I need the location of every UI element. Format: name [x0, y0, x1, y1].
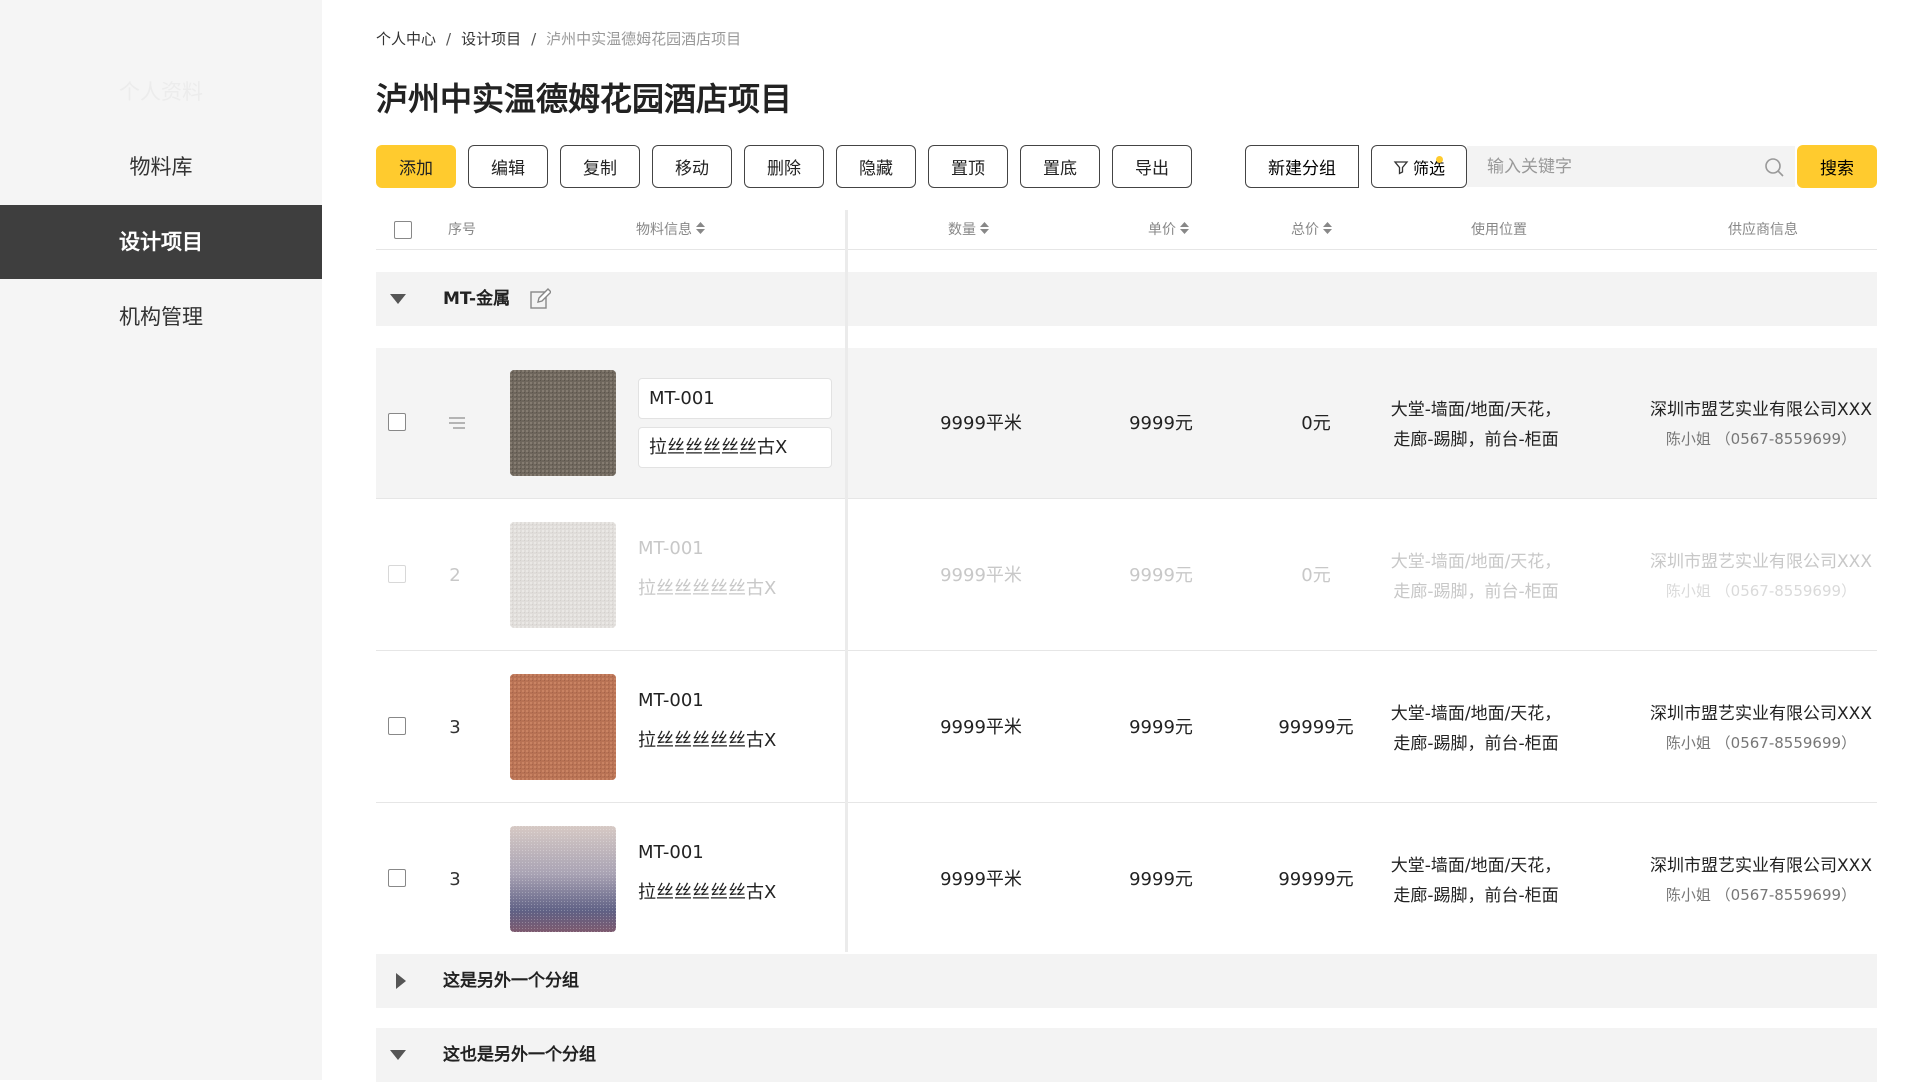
move-button[interactable]: 移动: [652, 145, 732, 188]
total-price-cell: 99999元: [1278, 717, 1354, 738]
quantity-cell: 9999平米: [940, 413, 1022, 434]
edit-icon[interactable]: [529, 288, 551, 310]
material-thumbnail: [510, 826, 616, 932]
sort-icon[interactable]: [980, 222, 989, 234]
usage-location-cell: 大堂-墙面/地面/天花， 走廊-踢脚，前台-柜面: [1390, 856, 1562, 906]
header-seq: 序号: [448, 222, 476, 238]
header-total-price[interactable]: 总价: [1291, 210, 1332, 250]
new-group-button[interactable]: 新建分组: [1245, 145, 1359, 188]
row-seq: 3: [449, 869, 461, 890]
material-code-input[interactable]: MT-001: [638, 378, 832, 419]
sort-icon[interactable]: [1180, 222, 1189, 234]
group-name: 这是另外一个分组: [443, 971, 579, 991]
supplier-cell: 深圳市盟艺实业有限公司XXX 陈小姐 （0567-8559699）: [1650, 552, 1872, 600]
supplier-cell: 深圳市盟艺实业有限公司XXX 陈小姐 （0567-8559699）: [1650, 704, 1872, 752]
page-title: 泸州中实温德姆花园酒店项目: [376, 80, 793, 118]
group-name: 这也是另外一个分组: [443, 1045, 596, 1065]
unit-price-cell: 9999元: [1129, 869, 1193, 890]
material-code: MT-001: [638, 538, 704, 559]
row-checkbox[interactable]: [388, 717, 406, 735]
material-code: MT-001: [638, 690, 704, 711]
quantity-cell: 9999平米: [940, 717, 1022, 738]
material-name: 拉丝丝丝丝丝古X: [638, 730, 777, 751]
sidebar-item-material-library[interactable]: 物料库: [0, 130, 322, 204]
caret-down-icon[interactable]: [390, 292, 406, 306]
material-name: 拉丝丝丝丝丝古X: [638, 882, 777, 903]
total-price-cell: 0元: [1301, 413, 1331, 434]
export-button[interactable]: 导出: [1112, 145, 1192, 188]
hide-button[interactable]: 隐藏: [836, 145, 916, 188]
breadcrumb-separator: /: [446, 30, 452, 48]
breadcrumb-design-projects[interactable]: 设计项目: [461, 30, 521, 48]
material-thumbnail: [510, 674, 616, 780]
material-thumbnail: [510, 522, 616, 628]
filter-icon: [1393, 160, 1409, 175]
table-row[interactable]: 3 MT-001 拉丝丝丝丝丝古X 9999平米 9999元 99999元 大堂…: [376, 804, 1877, 955]
material-name: 拉丝丝丝丝丝古X: [638, 578, 777, 599]
pin-bottom-button[interactable]: 置底: [1020, 145, 1100, 188]
usage-location-cell: 大堂-墙面/地面/天花， 走廊-踢脚，前台-柜面: [1390, 552, 1562, 602]
sort-icon[interactable]: [696, 222, 705, 234]
copy-button[interactable]: 复制: [560, 145, 640, 188]
supplier-cell: 深圳市盟艺实业有限公司XXX 陈小姐 （0567-8559699）: [1650, 400, 1872, 448]
breadcrumb-current: 泸州中实温德姆花园酒店项目: [546, 30, 742, 48]
row-checkbox[interactable]: [388, 413, 406, 431]
quantity-cell: 9999平米: [940, 565, 1022, 586]
sidebar-item-org-management[interactable]: 机构管理: [0, 280, 322, 354]
breadcrumb: 个人中心 / 设计项目 / 泸州中实温德姆花园酒店项目: [376, 28, 741, 49]
breadcrumb-separator: /: [531, 30, 537, 48]
total-price-cell: 0元: [1301, 565, 1331, 586]
material-thumbnail: [510, 370, 616, 476]
drag-handle-icon[interactable]: [448, 414, 466, 432]
row-checkbox[interactable]: [388, 565, 406, 583]
table-row[interactable]: 3 MT-001 拉丝丝丝丝丝古X 9999平米 9999元 99999元 大堂…: [376, 652, 1877, 803]
header-material-info[interactable]: 物料信息: [636, 210, 705, 250]
usage-location-cell: 大堂-墙面/地面/天花， 走廊-踢脚，前台-柜面: [1390, 704, 1562, 754]
header-supplier-info: 供应商信息: [1728, 222, 1798, 238]
breadcrumb-personal-center[interactable]: 个人中心: [376, 30, 436, 48]
total-price-cell: 99999元: [1278, 869, 1354, 890]
unit-price-cell: 9999元: [1129, 565, 1193, 586]
filter-active-dot: [1436, 156, 1443, 163]
group-row[interactable]: MT-金属: [376, 272, 1877, 326]
table-row[interactable]: MT-001 拉丝丝丝丝丝古X 9999平米 9999元 0元 大堂-墙面/地面…: [376, 348, 1877, 499]
delete-button[interactable]: 删除: [744, 145, 824, 188]
pin-top-button[interactable]: 置顶: [928, 145, 1008, 188]
sort-icon[interactable]: [1323, 222, 1332, 234]
row-seq: 3: [449, 717, 461, 738]
row-seq: 2: [449, 565, 461, 586]
frozen-column-divider: [845, 210, 848, 952]
unit-price-cell: 9999元: [1129, 413, 1193, 434]
header-usage-location: 使用位置: [1471, 222, 1527, 238]
caret-down-icon[interactable]: [390, 1048, 406, 1062]
sidebar: 个人资料 物料库 设计项目 机构管理: [0, 0, 322, 1080]
caret-right-icon[interactable]: [394, 973, 406, 989]
add-button[interactable]: 添加: [376, 145, 456, 188]
header-quantity[interactable]: 数量: [948, 210, 989, 250]
quantity-cell: 9999平米: [940, 869, 1022, 890]
material-code: MT-001: [638, 842, 704, 863]
search-icon[interactable]: [1763, 156, 1785, 178]
supplier-cell: 深圳市盟艺实业有限公司XXX 陈小姐 （0567-8559699）: [1650, 856, 1872, 904]
search-button[interactable]: 搜索: [1797, 145, 1877, 188]
group-row[interactable]: 这是另外一个分组: [376, 954, 1877, 1008]
usage-location-cell: 大堂-墙面/地面/天花， 走廊-踢脚，前台-柜面: [1390, 400, 1562, 450]
filter-button[interactable]: 筛选: [1371, 145, 1467, 188]
unit-price-cell: 9999元: [1129, 717, 1193, 738]
table-header: 序号 物料信息 数量 单价 总价 使用位置 供应商信息: [376, 210, 1877, 250]
select-all-checkbox[interactable]: [394, 221, 412, 239]
search-group: 新建分组 筛选 搜索: [1245, 145, 1877, 188]
sidebar-item-profile[interactable]: 个人资料: [0, 55, 322, 129]
table-row[interactable]: 2 MT-001 拉丝丝丝丝丝古X 9999平米 9999元 0元 大堂-墙面/…: [376, 500, 1877, 651]
search-input[interactable]: [1467, 146, 1795, 187]
header-unit-price[interactable]: 单价: [1148, 210, 1189, 250]
row-checkbox[interactable]: [388, 869, 406, 887]
material-name-input[interactable]: 拉丝丝丝丝丝古X: [638, 427, 832, 468]
edit-button[interactable]: 编辑: [468, 145, 548, 188]
group-row[interactable]: 这也是另外一个分组: [376, 1028, 1877, 1082]
group-name: MT-金属: [443, 289, 511, 309]
sidebar-item-design-projects[interactable]: 设计项目: [0, 205, 322, 279]
